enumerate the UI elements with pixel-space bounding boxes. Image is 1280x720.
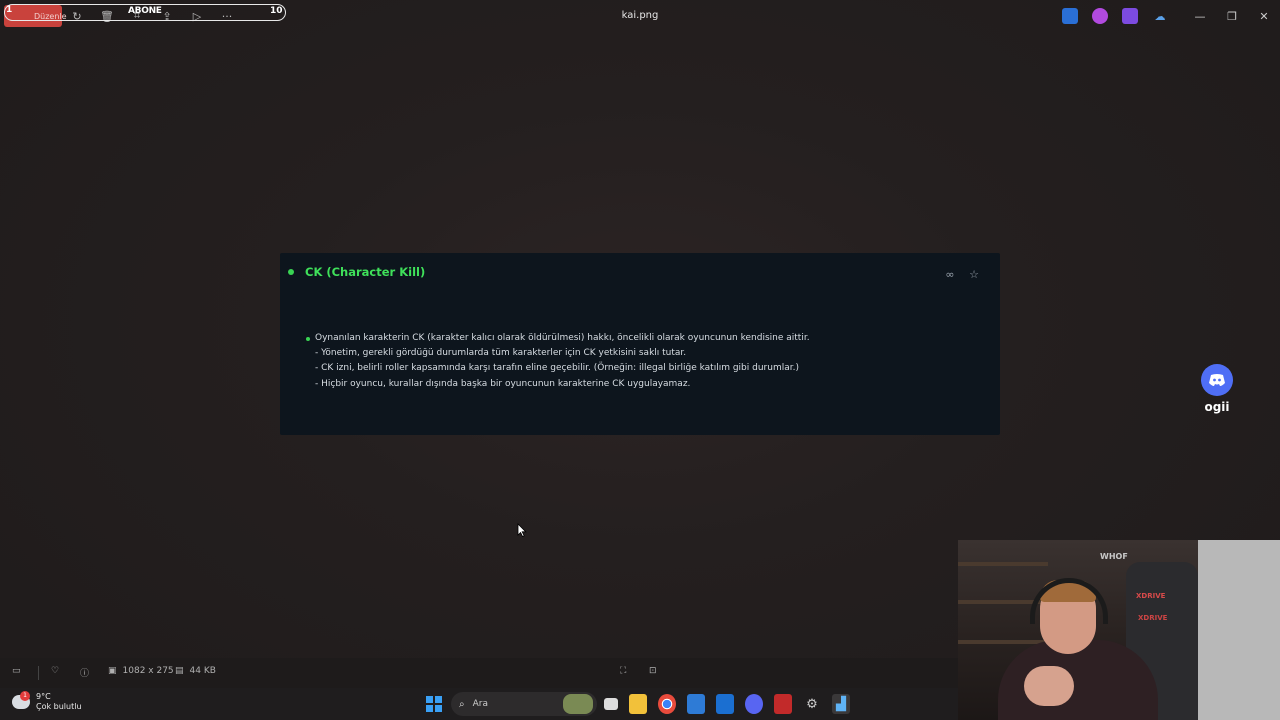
rule-list: Oynanılan karakterin CK (karakter kalıcı… bbox=[306, 331, 810, 392]
rule-card: CK (Character Kill) ∞ ☆ Oynanılan karakt… bbox=[280, 253, 1000, 435]
card-actions: ∞ ☆ bbox=[944, 268, 980, 281]
title-bar: Düzenle ↻ 🗑 ⌗ ⇪ ▷ ··· 1 ABONE 10 kai.png… bbox=[0, 0, 1280, 32]
link-icon[interactable]: ∞ bbox=[944, 268, 956, 281]
card-title: CK (Character Kill) bbox=[305, 265, 426, 279]
copilot-icon[interactable] bbox=[1092, 8, 1108, 24]
chair-brand-logo: XDRIVE bbox=[1138, 614, 1168, 622]
rule-item: - Yönetim, gerekli gördüğü durumlarda tü… bbox=[315, 348, 687, 359]
task-view-icon[interactable] bbox=[604, 698, 618, 710]
wall-sign: WHOF bbox=[1100, 552, 1128, 561]
taskbar: 1 9°C Çok bulutlu ⌕ Ara ⚙ ▟ bbox=[0, 688, 958, 720]
start-icon[interactable] bbox=[426, 696, 442, 712]
status-dot bbox=[288, 269, 294, 275]
search-highlight-image bbox=[563, 694, 593, 714]
maximize-icon[interactable]: ❐ bbox=[1216, 0, 1248, 32]
wall-poster bbox=[1198, 540, 1280, 720]
headset bbox=[1030, 578, 1108, 624]
star-icon[interactable]: ☆ bbox=[968, 268, 980, 281]
viewer-status-bar: ▭ ♡ ⓘ ▣ 1082 x 275 ▤ 44 KB ⛶ ⊡ bbox=[0, 658, 958, 688]
rule-item: - Hiçbir oyuncu, kurallar dışında başka … bbox=[315, 378, 691, 389]
info-icon[interactable]: ⓘ bbox=[80, 666, 89, 679]
window-controls: — ❐ ✕ bbox=[1184, 0, 1280, 32]
favorite-icon[interactable]: ♡ bbox=[51, 666, 59, 676]
webcam-feed: WHOF XDRIVE XDRIVE bbox=[958, 540, 1280, 720]
filmstrip-icon[interactable]: ▭ bbox=[12, 666, 21, 676]
photos-app-icon[interactable]: ▟ bbox=[832, 694, 850, 714]
store-icon[interactable] bbox=[687, 694, 705, 714]
discord-taskbar-icon[interactable] bbox=[745, 694, 763, 714]
search-icon: ⌕ bbox=[459, 698, 465, 710]
taskbar-apps: ⚙ ▟ bbox=[604, 694, 850, 714]
file-explorer-icon[interactable] bbox=[629, 694, 647, 714]
mouse-cursor-icon bbox=[517, 522, 527, 541]
weather-widget[interactable]: 1 9°C Çok bulutlu bbox=[12, 691, 82, 712]
settings-icon[interactable]: ⚙ bbox=[803, 694, 821, 714]
bullet-dot bbox=[306, 337, 310, 341]
file-size: ▤ 44 KB bbox=[175, 666, 216, 676]
notification-badge: 1 bbox=[20, 691, 30, 701]
discord-overlay: ogii bbox=[1198, 364, 1236, 414]
onedrive-off-icon[interactable]: ☁ bbox=[1152, 8, 1168, 24]
taskbar-search[interactable]: ⌕ Ara bbox=[451, 692, 597, 716]
outlook-icon[interactable] bbox=[716, 694, 734, 714]
shelf bbox=[958, 562, 1048, 566]
game-app-icon[interactable] bbox=[774, 694, 792, 714]
disk-icon: ▤ bbox=[175, 666, 184, 676]
app-quick-icons: ☁ bbox=[1062, 8, 1168, 24]
streamer-hand bbox=[1024, 666, 1074, 706]
chrome-icon[interactable] bbox=[658, 694, 676, 714]
dimensions-icon: ▣ bbox=[108, 666, 117, 676]
clipchamp-icon[interactable] bbox=[1122, 8, 1138, 24]
chair-brand-logo: XDRIVE bbox=[1136, 592, 1166, 600]
image-dimensions: ▣ 1082 x 275 bbox=[108, 666, 174, 676]
discord-username: ogii bbox=[1204, 400, 1230, 414]
photo-editor-icon[interactable] bbox=[1062, 8, 1078, 24]
minimize-icon[interactable]: — bbox=[1184, 0, 1216, 32]
card-header: CK (Character Kill) bbox=[288, 265, 425, 279]
search-placeholder: Ara bbox=[472, 699, 488, 709]
discord-icon bbox=[1201, 364, 1233, 396]
divider bbox=[38, 666, 39, 680]
close-icon[interactable]: ✕ bbox=[1248, 0, 1280, 32]
weather-description: Çok bulutlu bbox=[36, 702, 82, 711]
rule-item: - CK izni, belirli roller kapsamında kar… bbox=[315, 363, 799, 374]
temperature: 9°C bbox=[36, 692, 51, 701]
rule-item: Oynanılan karakterin CK (karakter kalıcı… bbox=[306, 331, 810, 346]
cloud-icon: 1 bbox=[12, 691, 30, 709]
actual-size-icon[interactable]: ⊡ bbox=[649, 666, 657, 676]
fit-to-window-icon[interactable]: ⛶ bbox=[620, 666, 626, 676]
